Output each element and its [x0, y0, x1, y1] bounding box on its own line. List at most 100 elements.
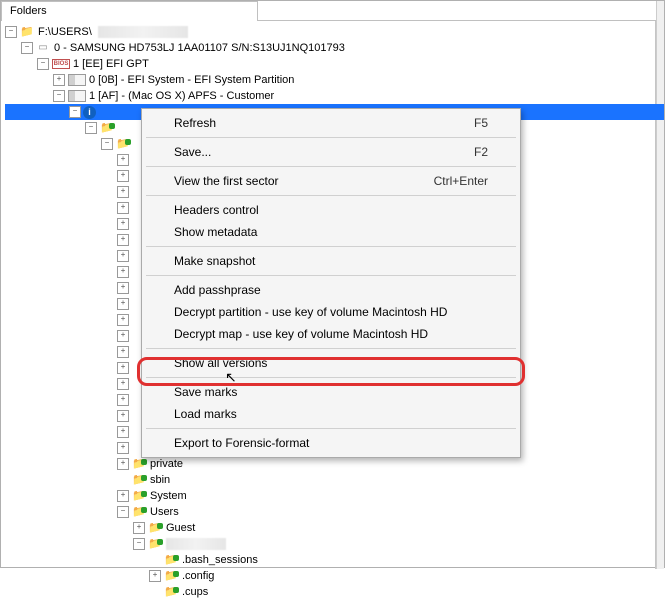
tree-node-system[interactable]: + 📁 System [5, 488, 664, 504]
cm-metadata[interactable]: Show metadata [144, 221, 518, 243]
collapse-icon[interactable]: − [53, 90, 65, 102]
expand-icon[interactable]: + [117, 362, 129, 374]
expand-icon[interactable]: + [117, 154, 129, 166]
folder-icon: 📁 [131, 505, 147, 519]
tree-node-cups[interactable]: 📁 .cups [5, 584, 664, 600]
bios-icon: BIOS [52, 59, 70, 69]
tree-label: .cups [182, 584, 214, 600]
expand-icon[interactable]: + [117, 202, 129, 214]
cm-label: View the first sector [174, 174, 278, 188]
collapse-icon[interactable]: − [5, 26, 17, 38]
collapse-icon[interactable]: − [85, 122, 97, 134]
tab-bar: Folders [1, 1, 664, 21]
tree-label: Guest [166, 520, 201, 536]
redacted [166, 538, 226, 550]
partition-icon [68, 90, 86, 102]
cm-refresh[interactable]: Refresh F5 [144, 112, 518, 134]
cm-view-sector[interactable]: View the first sector Ctrl+Enter [144, 170, 518, 192]
tree-node-users[interactable]: − 📁 Users [5, 504, 664, 520]
tree-label: F:\USERS\ [38, 24, 98, 40]
tree-label: .bash_sessions [182, 552, 264, 568]
cm-decrypt-partition[interactable]: Decrypt partition - use key of volume Ma… [144, 301, 518, 323]
cm-snapshot[interactable]: Make snapshot [144, 250, 518, 272]
cm-separator [146, 166, 516, 167]
expand-icon[interactable]: + [117, 346, 129, 358]
folder-icon: 📁 [131, 457, 147, 471]
cm-separator [146, 377, 516, 378]
tree-node-apfs[interactable]: − 1 [AF] - (Mac OS X) APFS - Customer [5, 88, 664, 104]
expand-icon[interactable]: + [117, 442, 129, 454]
tree-root[interactable]: − 📁 F:\USERS\ [5, 24, 664, 40]
tree-node-guest[interactable]: + 📁 Guest [5, 520, 664, 536]
cm-label: Make snapshot [174, 254, 255, 268]
expand-icon[interactable]: + [117, 298, 129, 310]
cm-label: Refresh [174, 116, 216, 130]
collapse-icon[interactable]: − [69, 106, 81, 118]
tree-node-config[interactable]: + 📁 .config [5, 568, 664, 584]
folder-icon: 📁 [99, 121, 115, 135]
tree-node-user-redacted[interactable]: − 📁 [5, 536, 664, 552]
cm-shortcut: Ctrl+Enter [434, 174, 488, 188]
context-menu[interactable]: Refresh F5 Save... F2 View the first sec… [141, 108, 521, 458]
expand-icon[interactable]: + [117, 458, 129, 470]
tab-folders[interactable]: Folders [1, 1, 258, 21]
expand-icon[interactable]: + [53, 74, 65, 86]
expand-icon[interactable]: + [117, 250, 129, 262]
cm-load-marks[interactable]: Load marks [144, 403, 518, 425]
cm-separator [146, 246, 516, 247]
folder-icon: 📁 [163, 585, 179, 599]
expand-icon[interactable]: + [117, 186, 129, 198]
folder-icon: 📁 [163, 569, 179, 583]
cm-shortcut: F2 [474, 145, 488, 159]
cm-decrypt-map[interactable]: Decrypt map - use key of volume Macintos… [144, 323, 518, 345]
partition-icon [68, 74, 86, 86]
cm-passphrase[interactable]: Add passhprase [144, 279, 518, 301]
collapse-icon[interactable]: − [101, 138, 113, 150]
collapse-icon[interactable]: − [133, 538, 145, 550]
expand-icon[interactable]: + [133, 522, 145, 534]
expand-icon[interactable]: + [117, 282, 129, 294]
expand-icon[interactable]: + [117, 266, 129, 278]
folder-icon: 📁 [131, 473, 147, 487]
cm-show-versions[interactable]: Show all versions [144, 352, 518, 374]
tree-label: private [150, 456, 189, 472]
collapse-icon[interactable]: − [117, 506, 129, 518]
expand-icon[interactable]: + [117, 378, 129, 390]
expand-icon[interactable]: + [117, 394, 129, 406]
cm-save[interactable]: Save... F2 [144, 141, 518, 163]
cm-separator [146, 137, 516, 138]
tree-node-efi-gpt[interactable]: − BIOS 1 [EE] EFI GPT [5, 56, 664, 72]
tree-label: sbin [150, 472, 176, 488]
cm-label: Show metadata [174, 225, 257, 239]
folder-icon: 📁 [19, 25, 35, 39]
tree-node-efi-sys[interactable]: + 0 [0B] - EFI System - EFI System Parti… [5, 72, 664, 88]
cm-export[interactable]: Export to Forensic-format [144, 432, 518, 454]
collapse-icon[interactable]: − [21, 42, 33, 54]
tree-node-private[interactable]: + 📁 private [5, 456, 664, 472]
leaf-spacer [149, 586, 161, 598]
tree-node-bash-sessions[interactable]: 📁 .bash_sessions [5, 552, 664, 568]
cm-headers[interactable]: Headers control [144, 199, 518, 221]
expand-icon[interactable]: + [117, 314, 129, 326]
expand-icon[interactable]: + [149, 570, 161, 582]
tree-label: 0 - SAMSUNG HD753LJ 1AA01107 S/N:S13UJ1N… [54, 40, 351, 56]
expand-icon[interactable]: + [117, 410, 129, 422]
tree-node-sbin[interactable]: 📁 sbin [5, 472, 664, 488]
expand-icon[interactable]: + [117, 170, 129, 182]
collapse-icon[interactable]: − [37, 58, 49, 70]
expand-icon[interactable]: + [117, 330, 129, 342]
expand-icon[interactable]: + [117, 426, 129, 438]
tree-node-drive[interactable]: − ▭ 0 - SAMSUNG HD753LJ 1AA01107 S/N:S13… [5, 40, 664, 56]
expand-icon[interactable]: + [117, 218, 129, 230]
tree-label: 1 [AF] - (Mac OS X) APFS - Customer [89, 88, 280, 104]
cm-label: Load marks [174, 407, 237, 421]
cm-separator [146, 348, 516, 349]
cm-label: Decrypt partition - use key of volume Ma… [174, 305, 447, 319]
expand-icon[interactable]: + [117, 234, 129, 246]
folder-icon: 📁 [163, 553, 179, 567]
folder-icon: 📁 [147, 537, 163, 551]
tree-label: System [150, 488, 193, 504]
cm-save-marks[interactable]: Save marks [144, 381, 518, 403]
expand-icon[interactable]: + [117, 490, 129, 502]
folder-icon: 📁 [131, 489, 147, 503]
